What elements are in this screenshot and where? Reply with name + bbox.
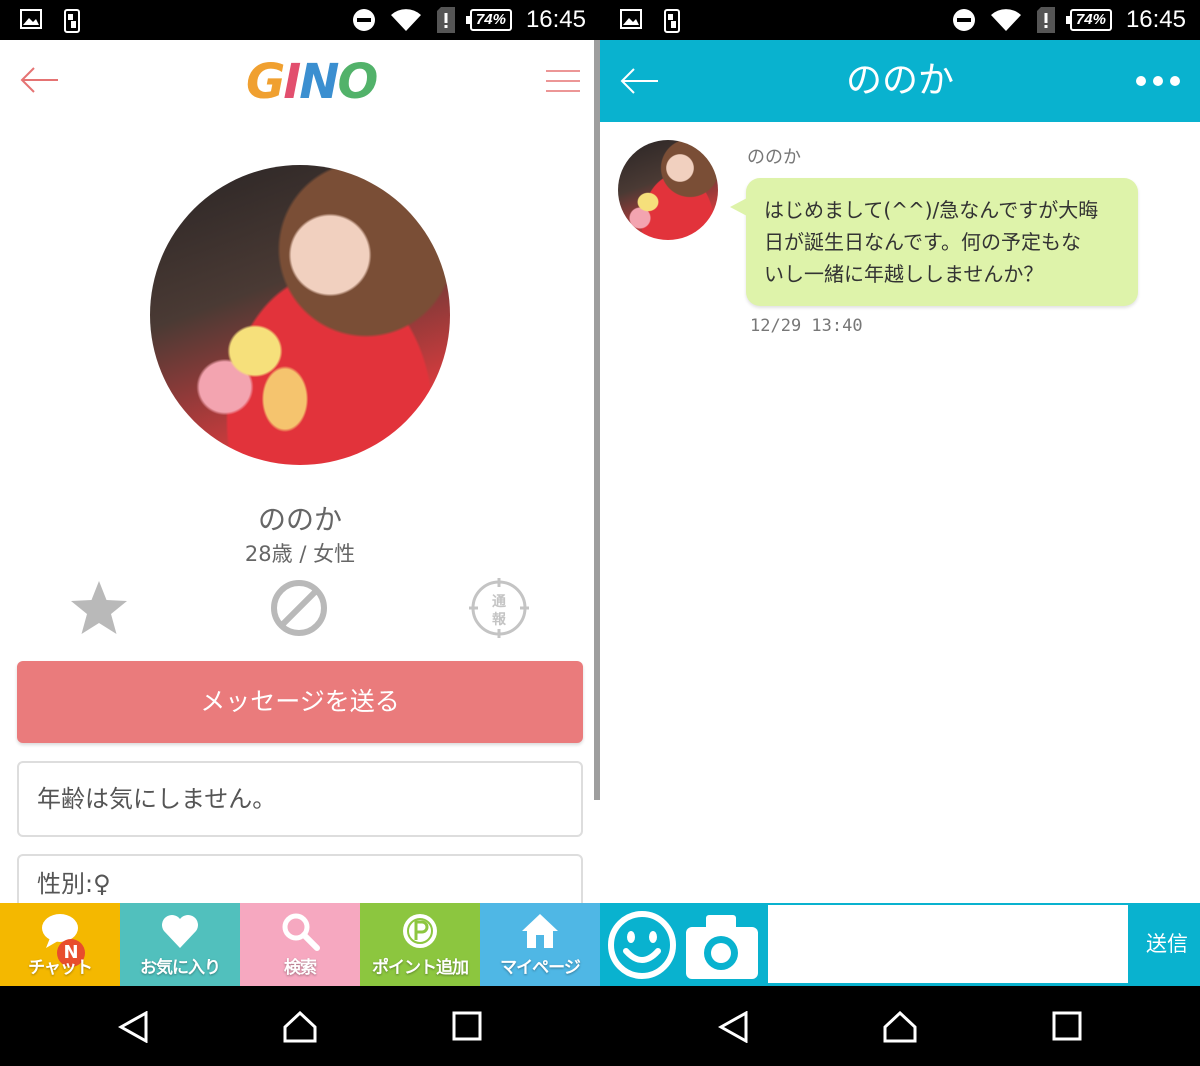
bottom-tab-bar: N チャット お気に入り 検索 ポイント追加 マイページ	[0, 903, 600, 986]
hamburger-menu-icon[interactable]	[546, 70, 580, 92]
send-button[interactable]: 送信	[1134, 903, 1200, 986]
nav-home-icon[interactable]	[283, 1011, 317, 1043]
nav-home-icon[interactable]	[883, 1011, 917, 1043]
about-text-box: 年齢は気にしません。	[17, 761, 583, 837]
status-time: 16:45	[525, 6, 586, 33]
profile-header: GINO	[0, 40, 600, 124]
tab-label: ポイント追加	[372, 958, 469, 978]
wifi-icon	[990, 9, 1021, 32]
chat-header: ののか	[600, 40, 1200, 122]
phone-notification-icon	[64, 9, 80, 33]
tab-label: お気に入り	[140, 958, 221, 978]
block-icon[interactable]	[269, 578, 329, 638]
message-input-bar: 送信	[600, 903, 1200, 986]
message-line: いし一緒に年越ししませんか？	[764, 262, 1044, 286]
tab-chat[interactable]: N チャット	[0, 903, 120, 986]
profile-screen: 74% 16:45 GINO ののか 28歳 / 女性 通 報 メッセージを送る…	[0, 0, 600, 1066]
profile-age-gender: 28歳 / 女性	[244, 542, 356, 566]
gallery-notification-icon	[620, 9, 642, 29]
search-icon	[282, 913, 320, 951]
chat-title: ののか	[845, 60, 954, 101]
tab-mypage[interactable]: マイページ	[480, 903, 600, 986]
home-icon	[522, 914, 558, 948]
message-line: 日が誕生日なんです。何の予定もな	[764, 230, 1081, 254]
status-bar: 74% 16:45	[600, 0, 1200, 40]
message-input[interactable]	[768, 905, 1128, 983]
gallery-notification-icon	[20, 9, 42, 29]
tab-label: 検索	[284, 958, 317, 978]
no-sim-icon	[1036, 7, 1055, 33]
phone-notification-icon	[664, 9, 680, 33]
nav-recents-icon[interactable]	[1052, 1011, 1082, 1041]
status-time: 16:45	[1125, 6, 1186, 33]
tab-label: マイページ	[500, 958, 581, 978]
android-nav-bar	[0, 986, 600, 1066]
camera-icon[interactable]	[684, 909, 760, 981]
report-icon[interactable]: 通 報	[469, 578, 529, 638]
battery-indicator: 74%	[465, 9, 512, 31]
profile-name: ののか	[257, 503, 342, 536]
wifi-icon	[390, 9, 421, 32]
do-not-disturb-icon	[352, 9, 375, 31]
tab-search[interactable]: 検索	[240, 903, 360, 986]
smiley-icon[interactable]	[606, 909, 678, 981]
back-arrow-icon[interactable]	[18, 62, 60, 98]
message-bubble: はじめまして(^^)/急なんですが大晦 日が誕生日なんです。何の予定もな いし一…	[730, 178, 1138, 306]
android-nav-bar	[600, 986, 1200, 1066]
status-bar: 74% 16:45	[0, 0, 600, 40]
tab-favorites[interactable]: お気に入り	[120, 903, 240, 986]
tab-label: チャット	[28, 958, 93, 978]
gino-logo: GINO	[246, 54, 378, 110]
send-message-button[interactable]: メッセージを送る	[17, 661, 583, 743]
nav-recents-icon[interactable]	[452, 1011, 482, 1041]
tab-add-points[interactable]: ポイント追加	[360, 903, 480, 986]
report-label-top: 通	[492, 594, 506, 610]
no-sim-icon	[436, 7, 455, 33]
do-not-disturb-icon	[952, 9, 975, 31]
heart-icon	[162, 915, 198, 948]
nav-back-icon[interactable]	[718, 1011, 748, 1043]
profile-photo	[150, 165, 450, 465]
message-line: はじめまして(^^)/急なんですが大晦	[764, 198, 1099, 222]
more-options-icon[interactable]	[1136, 76, 1180, 86]
sender-avatar[interactable]	[618, 140, 718, 240]
favorite-star-icon[interactable]	[69, 578, 129, 638]
point-icon	[403, 914, 437, 948]
chat-screen: 74% 16:45 ののか ののか はじめまして(^^)/急なんですが大晦 日が…	[600, 0, 1200, 1066]
battery-indicator: 74%	[1065, 9, 1112, 31]
report-label-bottom: 報	[492, 611, 507, 628]
message-timestamp: 12/29 13:40	[750, 316, 863, 336]
sender-name: ののか	[747, 147, 801, 168]
nav-back-icon[interactable]	[118, 1011, 148, 1043]
